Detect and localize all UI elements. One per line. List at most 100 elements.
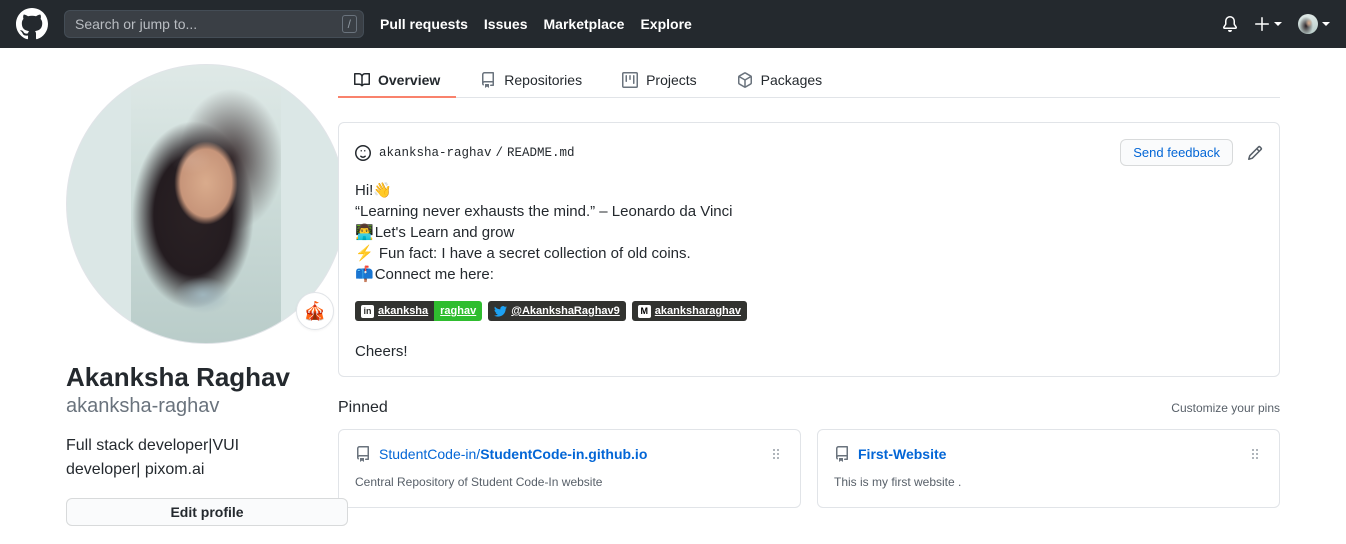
nav-issues[interactable]: Issues: [484, 16, 528, 32]
edit-profile-button[interactable]: Edit profile: [66, 497, 348, 526]
pinned-repo-name: First-Website: [858, 446, 947, 462]
social-badges: in akanksha raghav @AkankshaRaghav9 M ak…: [355, 301, 1263, 321]
chevron-down-icon: [1274, 22, 1282, 26]
search-placeholder: Search or jump to...: [75, 16, 198, 32]
profile-page: 🎪 Akanksha Raghav akanksha-raghav Full s…: [0, 48, 1346, 526]
avatar-icon[interactable]: [1298, 14, 1318, 34]
book-icon: [354, 72, 370, 88]
pinned-repo-header: StudentCode-in/StudentCode-in.github.io: [355, 446, 784, 462]
linkedin-badge-label: akanksha: [378, 305, 429, 317]
readme-line-text: Connect me here:: [374, 266, 494, 283]
account-menu[interactable]: [1298, 14, 1330, 34]
readme-filename[interactable]: README.md: [507, 146, 575, 160]
medium-badge-label: akanksharaghav: [654, 305, 742, 317]
readme-closing: Cheers!: [355, 343, 408, 360]
readme-line-text: “Learning never exhausts the mind.” – Le…: [355, 203, 733, 220]
header-right-controls: [1222, 14, 1330, 34]
pinned-repo-card: StudentCode-in/StudentCode-in.github.io …: [338, 429, 801, 508]
pinned-repo-header: First-Website: [834, 446, 1263, 462]
pinned-repo-card: First-Website This is my first website .: [817, 429, 1280, 508]
search-shortcut-key: /: [341, 15, 357, 33]
linkedin-badge-right: raghav: [434, 301, 483, 321]
smiley-icon: [355, 144, 371, 161]
create-new-menu[interactable]: [1254, 16, 1282, 32]
readme-owner[interactable]: akanksha-raghav: [379, 146, 492, 160]
pinned-repo-link[interactable]: First-Website: [858, 446, 946, 462]
profile-main: Overview Repositories Projects Packages …: [308, 48, 1330, 526]
twitter-badge[interactable]: @AkankshaRaghav9: [488, 301, 626, 321]
nav-pull-requests[interactable]: Pull requests: [380, 16, 468, 32]
tab-label: Packages: [760, 72, 823, 88]
linkedin-badge-left: in akanksha: [355, 301, 435, 321]
twitter-icon: [494, 305, 508, 318]
readme-line-2: “Learning never exhausts the mind.” – Le…: [355, 201, 1263, 222]
tab-repositories[interactable]: Repositories: [464, 64, 598, 98]
profile-sidebar: 🎪 Akanksha Raghav akanksha-raghav Full s…: [16, 48, 348, 526]
readme-header: akanksha-raghav / README.md Send feedbac…: [355, 139, 1263, 166]
tab-packages[interactable]: Packages: [721, 64, 838, 98]
twitter-badge-left: @AkankshaRaghav9: [488, 301, 626, 321]
avatar-container: 🎪: [66, 64, 346, 344]
drag-handle-icon[interactable]: [1247, 446, 1263, 462]
profile-login: akanksha-raghav: [66, 394, 220, 417]
zap-emoji: ⚡: [355, 245, 374, 262]
github-logo-icon[interactable]: [16, 8, 48, 40]
readme-line-text: Fun fact: I have a secret collection of …: [374, 245, 691, 262]
mailbox-emoji: 📫: [355, 266, 374, 283]
pinned-title: Pinned: [338, 399, 388, 416]
pinned-header: Pinned Customize your pins: [338, 399, 1280, 417]
readme-separator: /: [495, 145, 504, 160]
drag-handle-icon[interactable]: [768, 446, 784, 462]
tab-overview[interactable]: Overview: [338, 64, 457, 98]
pencil-icon[interactable]: [1247, 145, 1263, 161]
pinned-repo-owner: StudentCode-in/: [379, 446, 481, 462]
medium-icon: M: [637, 304, 651, 318]
tab-label: Repositories: [504, 72, 583, 88]
customize-pins-link[interactable]: Customize your pins: [1171, 401, 1280, 415]
status-emoji-button[interactable]: 🎪: [296, 292, 334, 330]
page-title: Akanksha Raghav: [66, 362, 290, 392]
profile-readme-card: akanksha-raghav / README.md Send feedbac…: [338, 122, 1280, 377]
send-feedback-button[interactable]: Send feedback: [1120, 139, 1233, 166]
profile-bio: Full stack developer|VUI developer| pixo…: [66, 436, 240, 478]
twitter-badge-label: @AkankshaRaghav9: [511, 305, 620, 317]
readme-line-5: 📫Connect me here:: [355, 264, 1263, 285]
readme-actions: Send feedback: [1120, 139, 1263, 166]
tab-label: Overview: [378, 72, 441, 88]
nav-explore[interactable]: Explore: [640, 16, 691, 32]
plus-icon[interactable]: [1254, 16, 1270, 32]
pinned-repo-description: This is my first website .: [834, 475, 962, 489]
profile-tabs: Overview Repositories Projects Packages: [338, 48, 1280, 98]
pinned-repo-link[interactable]: StudentCode-in/StudentCode-in.github.io: [379, 446, 647, 462]
pinned-repo-grid: StudentCode-in/StudentCode-in.github.io …: [338, 429, 1280, 508]
pinned-repo-description: Central Repository of Student Code-In we…: [355, 475, 603, 489]
medium-badge-left: M akanksharaghav: [631, 301, 748, 321]
readme-line-text: Let's Learn and grow: [374, 224, 515, 241]
header-nav: Pull requests Issues Marketplace Explore: [380, 16, 692, 32]
pinned-repo-name: StudentCode-in.github.io: [480, 446, 648, 462]
avatar-photo: [131, 65, 281, 343]
status-emoji: 🎪: [303, 300, 327, 321]
repo-icon: [355, 446, 371, 462]
search-input[interactable]: Search or jump to... /: [64, 10, 364, 38]
readme-body: Hi!👋 “Learning never exhausts the mind.”…: [355, 180, 1263, 285]
repo-icon: [480, 72, 496, 88]
repo-icon: [834, 446, 850, 462]
technologist-emoji: 👨‍💻: [355, 224, 374, 241]
medium-badge[interactable]: M akanksharaghav: [631, 301, 748, 321]
readme-line-text: Hi!: [355, 182, 374, 199]
project-board-icon: [622, 72, 639, 88]
linkedin-badge[interactable]: in akanksha raghav: [355, 301, 483, 321]
readme-line-1: Hi!👋: [355, 180, 1263, 201]
readme-line-4: ⚡ Fun fact: I have a secret collection o…: [355, 243, 1263, 264]
wave-emoji: 👋: [373, 182, 393, 199]
global-header: Search or jump to... / Pull requests Iss…: [0, 0, 1346, 48]
linkedin-icon: in: [361, 304, 374, 318]
package-icon: [737, 72, 753, 88]
tab-projects[interactable]: Projects: [606, 64, 713, 98]
chevron-down-icon: [1322, 22, 1330, 26]
tab-label: Projects: [646, 72, 697, 88]
bell-icon[interactable]: [1222, 16, 1238, 32]
readme-line-3: 👨‍💻Let's Learn and grow: [355, 222, 1263, 243]
nav-marketplace[interactable]: Marketplace: [544, 16, 625, 32]
